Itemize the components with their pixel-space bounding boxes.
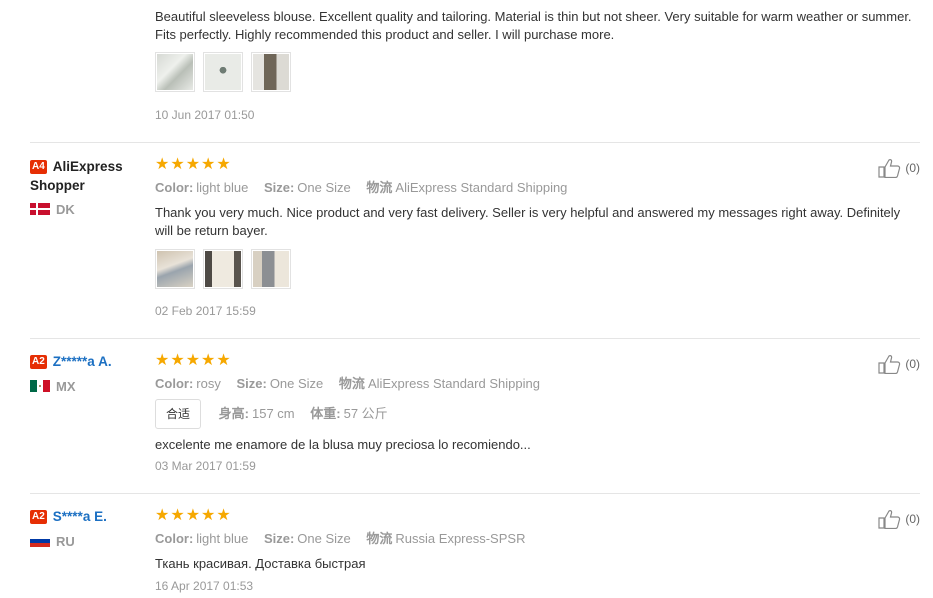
- rating-stars: ★★★★★: [155, 507, 232, 524]
- review-photo[interactable]: [251, 249, 291, 289]
- review-date: 02 Feb 2017 15:59: [155, 304, 256, 318]
- review-text: Beautiful sleeveless blouse. Excellent q…: [155, 9, 912, 42]
- buyer-level-badge: A2: [30, 510, 47, 524]
- order-attributes: Color: rosy Size: One Size 物流 AliExpress St…: [155, 376, 540, 391]
- divider: [30, 142, 920, 143]
- fit-info: 合适 身高: 157 cm 体重: 57 公斤: [155, 399, 920, 429]
- reviewer-name[interactable]: A2 S****a E.: [30, 507, 150, 526]
- thumbs-up-icon: [878, 510, 901, 529]
- buyer-level-badge: A4: [30, 160, 47, 174]
- review-text: excelente me enamore de la blusa muy pre…: [155, 437, 531, 452]
- review-photo[interactable]: [155, 52, 195, 92]
- review-text: Thank you very much. Nice product and ve…: [155, 205, 901, 238]
- order-attributes: Color: light blue Size: One Size 物流 AliExpr…: [155, 180, 568, 195]
- fit-button[interactable]: 合适: [155, 399, 202, 429]
- reviewer-info: A2 Z*****a A. MX: [30, 352, 150, 394]
- review-text: Ткань красивая. Доставка быстрая: [155, 556, 366, 571]
- helpful-button[interactable]: (0): [878, 509, 920, 529]
- review-photo[interactable]: [251, 52, 291, 92]
- buyer-level-badge: A2: [30, 355, 47, 369]
- review-photo[interactable]: [203, 52, 243, 92]
- reviewer-info: A4 AliExpress Shopper DK: [30, 157, 150, 217]
- order-attributes: Color: light blue Size: One Size 物流 Russia …: [155, 531, 526, 546]
- review-date: 03 Mar 2017 01:59: [155, 459, 256, 473]
- review-photos: [155, 52, 920, 92]
- flag-dk-icon: [30, 203, 50, 215]
- reviewer-country: MX: [30, 379, 76, 394]
- helpful-count: (0): [905, 161, 920, 175]
- rating-stars: ★★★★★: [155, 156, 232, 173]
- reviewer-country: DK: [30, 202, 75, 217]
- review-photo[interactable]: [155, 249, 195, 289]
- review-photo[interactable]: [203, 249, 243, 289]
- reviewer-name[interactable]: A4 AliExpress Shopper: [30, 157, 150, 195]
- review-photos: [155, 249, 920, 289]
- reviewer-name[interactable]: A2 Z*****a A.: [30, 352, 150, 371]
- flag-mx-icon: [30, 380, 50, 392]
- review-date: 10 Jun 2017 01:50: [155, 108, 255, 122]
- helpful-count: (0): [905, 512, 920, 526]
- helpful-button[interactable]: (0): [878, 354, 920, 374]
- divider: [30, 493, 920, 494]
- reviewer-country: RU: [30, 534, 75, 549]
- reviewer-info: A2 S****a E. RU: [30, 507, 150, 549]
- divider: [30, 338, 920, 339]
- flag-ru-icon: [30, 535, 50, 547]
- thumbs-up-icon: [878, 355, 901, 374]
- review-date: 16 Apr 2017 01:53: [155, 579, 254, 593]
- helpful-button[interactable]: (0): [878, 158, 920, 178]
- rating-stars: ★★★★★: [155, 352, 232, 369]
- helpful-count: (0): [905, 357, 920, 371]
- thumbs-up-icon: [878, 159, 901, 178]
